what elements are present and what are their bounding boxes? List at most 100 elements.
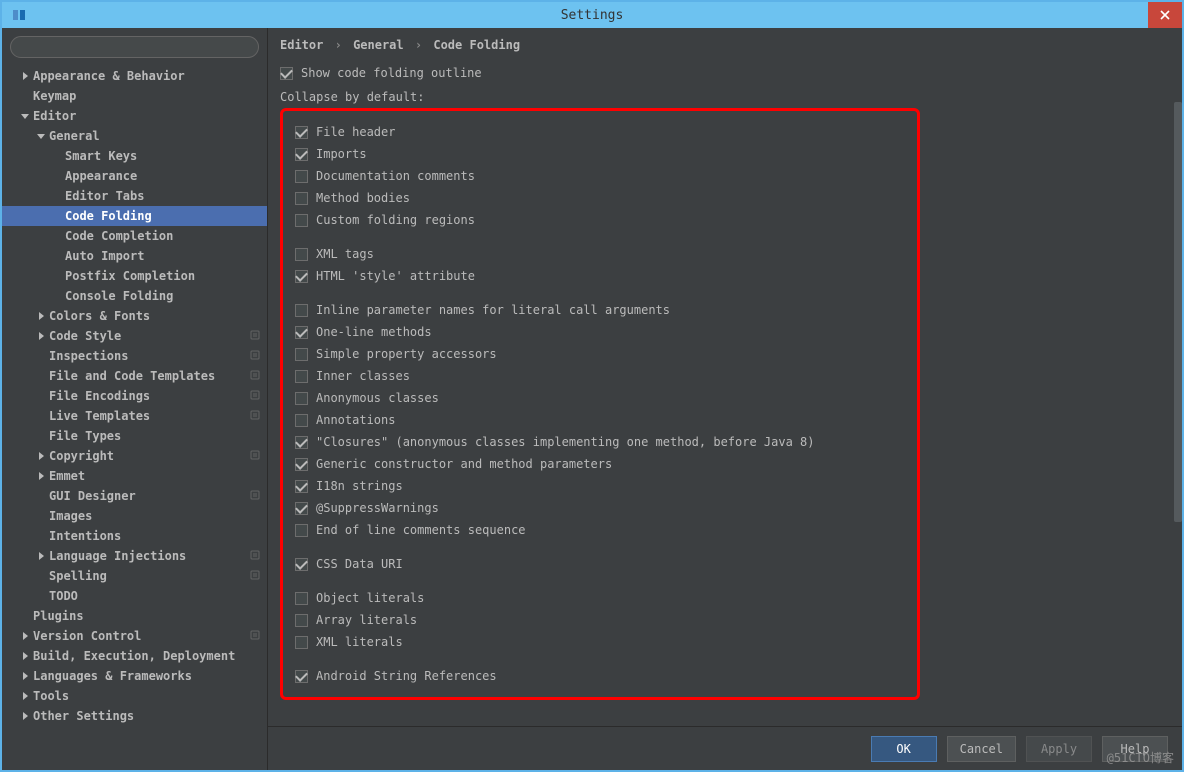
sidebar-item[interactable]: Code Completion (2, 226, 267, 246)
option-row[interactable]: Imports (295, 143, 905, 165)
sidebar-item[interactable]: Other Settings (2, 706, 267, 726)
sidebar-item[interactable]: Live Templates (2, 406, 267, 426)
checkbox-icon[interactable] (295, 248, 308, 261)
checkbox-icon[interactable] (295, 126, 308, 139)
sidebar-item[interactable]: Spelling (2, 566, 267, 586)
sidebar-item[interactable]: Code Style (2, 326, 267, 346)
option-row[interactable]: Object literals (295, 587, 905, 609)
checkbox-icon[interactable] (295, 326, 308, 339)
sidebar-item[interactable]: Console Folding (2, 286, 267, 306)
sidebar-item[interactable]: Inspections (2, 346, 267, 366)
project-settings-icon (249, 549, 261, 564)
checkbox-icon[interactable] (295, 480, 308, 493)
sidebar-item[interactable]: Code Folding (2, 206, 267, 226)
checkbox-icon[interactable] (295, 170, 308, 183)
sidebar-item[interactable]: Tools (2, 686, 267, 706)
option-row[interactable]: I18n strings (295, 475, 905, 497)
sidebar-item[interactable]: Colors & Fonts (2, 306, 267, 326)
search-input[interactable] (10, 36, 259, 58)
option-row[interactable]: File header (295, 121, 905, 143)
sidebar-item[interactable]: Build, Execution, Deployment (2, 646, 267, 666)
sidebar-item[interactable]: TODO (2, 586, 267, 606)
checkbox-icon[interactable] (295, 502, 308, 515)
sidebar-item[interactable]: Appearance (2, 166, 267, 186)
checkbox-icon[interactable] (295, 558, 308, 571)
sidebar-item[interactable]: File Encodings (2, 386, 267, 406)
collapse-label: Collapse by default: (280, 90, 1170, 104)
option-row[interactable]: Generic constructor and method parameter… (295, 453, 905, 475)
sidebar-item[interactable]: Appearance & Behavior (2, 66, 267, 86)
settings-tree[interactable]: Appearance & Behavior Keymap EditorGeneral… (2, 66, 267, 770)
sidebar-item[interactable]: Plugins (2, 606, 267, 626)
sidebar-item[interactable]: Intentions (2, 526, 267, 546)
sidebar-item-label: Tools (33, 689, 69, 703)
option-row[interactable]: One-line methods (295, 321, 905, 343)
checkbox-icon[interactable] (280, 67, 293, 80)
group-spacer (295, 575, 905, 587)
option-row[interactable]: XML tags (295, 243, 905, 265)
checkbox-icon[interactable] (295, 670, 308, 683)
option-row[interactable]: HTML 'style' attribute (295, 265, 905, 287)
checkbox-icon[interactable] (295, 392, 308, 405)
sidebar-item[interactable]: Images (2, 506, 267, 526)
option-row[interactable]: Android String References (295, 665, 905, 687)
show-outline-row[interactable]: Show code folding outline (280, 62, 1170, 84)
checkbox-icon[interactable] (295, 348, 308, 361)
option-row[interactable]: Custom folding regions (295, 209, 905, 231)
sidebar-item[interactable]: General (2, 126, 267, 146)
option-row[interactable]: Inline parameter names for literal call … (295, 299, 905, 321)
checkbox-icon[interactable] (295, 370, 308, 383)
sidebar-item[interactable]: File and Code Templates (2, 366, 267, 386)
sidebar-item[interactable]: Auto Import (2, 246, 267, 266)
sidebar-item[interactable]: Editor Tabs (2, 186, 267, 206)
checkbox-icon[interactable] (295, 414, 308, 427)
option-row[interactable]: Inner classes (295, 365, 905, 387)
checkbox-icon[interactable] (295, 614, 308, 627)
scrollbar-thumb[interactable] (1174, 102, 1182, 522)
option-row[interactable]: Documentation comments (295, 165, 905, 187)
ok-button[interactable]: OK (871, 736, 937, 762)
option-row[interactable]: "Closures" (anonymous classes implementi… (295, 431, 905, 453)
option-row[interactable]: Array literals (295, 609, 905, 631)
breadcrumb-sep: › (335, 38, 342, 52)
option-row[interactable]: Method bodies (295, 187, 905, 209)
option-row[interactable]: @SuppressWarnings (295, 497, 905, 519)
checkbox-icon[interactable] (295, 214, 308, 227)
option-row[interactable]: Annotations (295, 409, 905, 431)
cancel-button[interactable]: Cancel (947, 736, 1016, 762)
sidebar-item-label: Keymap (33, 89, 76, 103)
breadcrumb-sep: › (415, 38, 422, 52)
sidebar-item[interactable]: Emmet (2, 466, 267, 486)
breadcrumb-part: Code Folding (433, 38, 520, 52)
sidebar-item[interactable]: Copyright (2, 446, 267, 466)
option-label: Custom folding regions (316, 213, 475, 227)
checkbox-icon[interactable] (295, 436, 308, 449)
checkbox-icon[interactable] (295, 524, 308, 537)
sidebar-item[interactable]: Keymap (2, 86, 267, 106)
sidebar-item[interactable]: Smart Keys (2, 146, 267, 166)
close-button[interactable] (1148, 2, 1182, 28)
checkbox-icon[interactable] (295, 192, 308, 205)
sidebar-item[interactable]: File Types (2, 426, 267, 446)
option-row[interactable]: CSS Data URI (295, 553, 905, 575)
option-row[interactable]: XML literals (295, 631, 905, 653)
sidebar-item-label: Languages & Frameworks (33, 669, 192, 683)
checkbox-icon[interactable] (295, 592, 308, 605)
checkbox-icon[interactable] (295, 304, 308, 317)
checkbox-icon[interactable] (295, 458, 308, 471)
sidebar-item[interactable]: Postfix Completion (2, 266, 267, 286)
sidebar-item[interactable]: Languages & Frameworks (2, 666, 267, 686)
title-bar[interactable]: Settings (2, 2, 1182, 28)
chevron-right-icon (36, 331, 46, 341)
sidebar-item[interactable]: Editor (2, 106, 267, 126)
checkbox-icon[interactable] (295, 270, 308, 283)
checkbox-icon[interactable] (295, 636, 308, 649)
checkbox-icon[interactable] (295, 148, 308, 161)
option-row[interactable]: Anonymous classes (295, 387, 905, 409)
apply-button[interactable]: Apply (1026, 736, 1092, 762)
sidebar-item[interactable]: GUI Designer (2, 486, 267, 506)
sidebar-item[interactable]: Version Control (2, 626, 267, 646)
option-row[interactable]: Simple property accessors (295, 343, 905, 365)
option-row[interactable]: End of line comments sequence (295, 519, 905, 541)
sidebar-item[interactable]: Language Injections (2, 546, 267, 566)
